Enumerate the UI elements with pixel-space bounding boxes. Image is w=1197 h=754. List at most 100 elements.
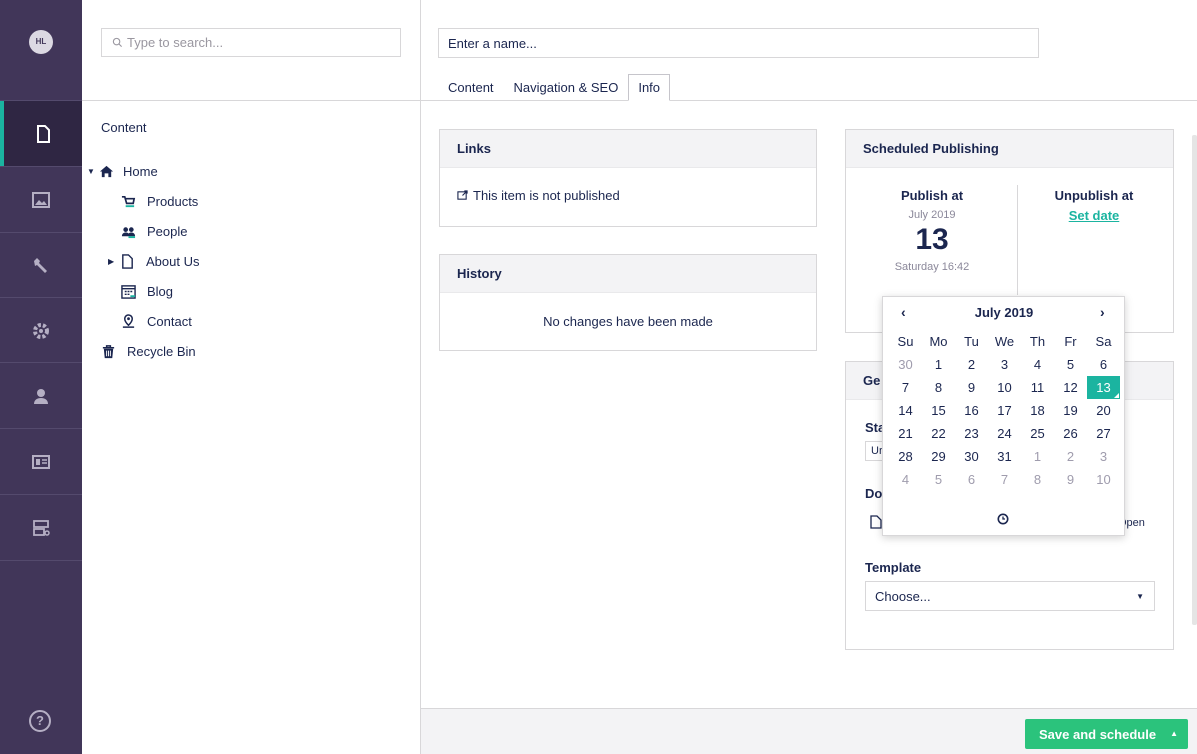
day-cell[interactable]: 30 bbox=[889, 353, 922, 376]
tree-node-label: About Us bbox=[146, 253, 200, 269]
day-cell[interactable]: 2 bbox=[1054, 445, 1087, 468]
publish-at-label: Publish at bbox=[900, 188, 964, 203]
day-cell[interactable]: 7 bbox=[988, 468, 1021, 491]
day-cell[interactable]: 31 bbox=[988, 445, 1021, 468]
caret-up-icon[interactable]: ▲ bbox=[1170, 729, 1178, 738]
tab-info[interactable]: Info bbox=[628, 74, 671, 101]
nav-media[interactable] bbox=[0, 167, 82, 232]
day-cell[interactable]: 15 bbox=[922, 399, 955, 422]
day-cell[interactable]: 1 bbox=[922, 353, 955, 376]
day-cell[interactable]: 8 bbox=[1021, 468, 1054, 491]
divider bbox=[82, 100, 421, 101]
day-cell[interactable]: 10 bbox=[988, 376, 1021, 399]
image-icon bbox=[32, 191, 50, 208]
day-cell[interactable]: 5 bbox=[922, 468, 955, 491]
week-row: 21 22 23 24 25 26 27 bbox=[889, 422, 1121, 445]
weekday-label: Su bbox=[897, 334, 914, 349]
day-cell[interactable]: 21 bbox=[889, 422, 922, 445]
nav-packages[interactable] bbox=[0, 298, 82, 363]
set-date-link[interactable]: Set date bbox=[1044, 208, 1144, 223]
clock-icon[interactable] bbox=[997, 513, 1009, 525]
tree-node-label: Recycle Bin bbox=[127, 343, 196, 359]
day-cell[interactable]: 6 bbox=[1087, 353, 1120, 376]
day-cell[interactable]: 1 bbox=[1021, 445, 1054, 468]
nav-users[interactable] bbox=[0, 363, 82, 428]
tree-node-people[interactable]: People bbox=[119, 221, 187, 241]
tree-node-home[interactable]: ▼ Home bbox=[87, 161, 158, 181]
tree-node-label: Products bbox=[147, 193, 199, 209]
day-cell[interactable]: 23 bbox=[955, 422, 988, 445]
day-cell[interactable]: 12 bbox=[1054, 376, 1087, 399]
day-cell[interactable]: 16 bbox=[955, 399, 988, 422]
day-cell[interactable]: 19 bbox=[1054, 399, 1087, 422]
day-cell[interactable]: 25 bbox=[1021, 422, 1054, 445]
shopping-cart-icon bbox=[119, 193, 137, 209]
help-icon[interactable]: ? bbox=[29, 710, 51, 732]
day-cell[interactable]: 7 bbox=[889, 376, 922, 399]
nav-forms[interactable] bbox=[0, 495, 82, 560]
user-avatar[interactable]: HL bbox=[29, 30, 53, 54]
day-cell[interactable]: 3 bbox=[988, 353, 1021, 376]
scrollbar[interactable] bbox=[1192, 135, 1197, 625]
day-cell[interactable]: 3 bbox=[1087, 445, 1120, 468]
day-cell[interactable]: 6 bbox=[955, 468, 988, 491]
day-cell[interactable]: 26 bbox=[1054, 422, 1087, 445]
day-cell[interactable]: 14 bbox=[889, 399, 922, 422]
day-cell[interactable]: 4 bbox=[1021, 353, 1054, 376]
tree-node-about-us[interactable]: ▶ About Us bbox=[108, 251, 199, 271]
search-input[interactable]: Type to search... bbox=[101, 28, 401, 57]
nav-members[interactable] bbox=[0, 429, 82, 494]
weekday-label: We bbox=[994, 334, 1015, 349]
wrench-icon bbox=[34, 257, 47, 273]
publish-at-column: Publish at July 2019 13 Saturday 16:42 bbox=[886, 188, 978, 273]
tab-content[interactable]: Content bbox=[438, 74, 504, 101]
nav-content[interactable] bbox=[0, 101, 82, 166]
day-cell[interactable]: 9 bbox=[1054, 468, 1087, 491]
day-cell-selected[interactable]: 13 bbox=[1087, 376, 1120, 399]
tab-navigation-seo[interactable]: Navigation & SEO bbox=[504, 74, 629, 101]
day-cell[interactable]: 2 bbox=[955, 353, 988, 376]
tree-node-label: Blog bbox=[147, 283, 174, 299]
day-cell[interactable]: 28 bbox=[889, 445, 922, 468]
tree-node-products[interactable]: Products bbox=[119, 191, 198, 211]
day-cell[interactable]: 9 bbox=[955, 376, 988, 399]
datepicker-month-title[interactable]: July 2019 bbox=[943, 305, 1065, 320]
day-cell[interactable]: 27 bbox=[1087, 422, 1120, 445]
publish-month: July 2019 bbox=[908, 209, 956, 221]
day-cell[interactable]: 8 bbox=[922, 376, 955, 399]
save-button-label: Save and schedule bbox=[1039, 726, 1157, 742]
tree-node-recycle-bin[interactable]: Recycle Bin bbox=[99, 341, 196, 361]
save-and-schedule-button[interactable]: Save and schedule ▲ bbox=[1025, 719, 1188, 749]
day-cell[interactable]: 22 bbox=[922, 422, 955, 445]
caret-down-icon[interactable]: ▼ bbox=[87, 167, 97, 176]
chevron-down-icon: ▼ bbox=[1136, 591, 1144, 601]
name-input[interactable]: Enter a name... bbox=[438, 28, 1039, 58]
day-cell[interactable]: 11 bbox=[1021, 376, 1054, 399]
template-select[interactable]: Choose... ▼ bbox=[865, 581, 1155, 611]
prev-month-button[interactable]: ‹ bbox=[901, 304, 906, 320]
history-title: History bbox=[440, 255, 816, 293]
publish-day[interactable]: 13 bbox=[886, 223, 978, 257]
unpublish-at-label: Unpublish at bbox=[1054, 188, 1134, 203]
next-month-button[interactable]: › bbox=[1100, 304, 1105, 320]
day-cell[interactable]: 18 bbox=[1021, 399, 1054, 422]
day-cell[interactable]: 20 bbox=[1087, 399, 1120, 422]
day-cell[interactable]: 10 bbox=[1087, 468, 1120, 491]
tree-node-label: People bbox=[147, 223, 188, 239]
day-cell[interactable]: 29 bbox=[922, 445, 955, 468]
day-cell[interactable]: 17 bbox=[988, 399, 1021, 422]
tree-node-blog[interactable]: Blog bbox=[119, 281, 173, 301]
week-row: 28 29 30 31 1 2 3 bbox=[889, 445, 1121, 468]
day-cell[interactable]: 4 bbox=[889, 468, 922, 491]
search-icon bbox=[112, 37, 123, 48]
weekday-label: Mo bbox=[929, 334, 948, 349]
template-label: Template bbox=[865, 560, 922, 575]
gear-icon bbox=[33, 322, 49, 339]
day-cell[interactable]: 24 bbox=[988, 422, 1021, 445]
day-cell[interactable]: 30 bbox=[955, 445, 988, 468]
day-cell[interactable]: 5 bbox=[1054, 353, 1087, 376]
caret-right-icon[interactable]: ▶ bbox=[108, 257, 118, 266]
nav-settings[interactable] bbox=[0, 233, 82, 298]
tree-section-title[interactable]: Content bbox=[101, 120, 147, 135]
tree-node-contact[interactable]: Contact bbox=[119, 311, 192, 331]
